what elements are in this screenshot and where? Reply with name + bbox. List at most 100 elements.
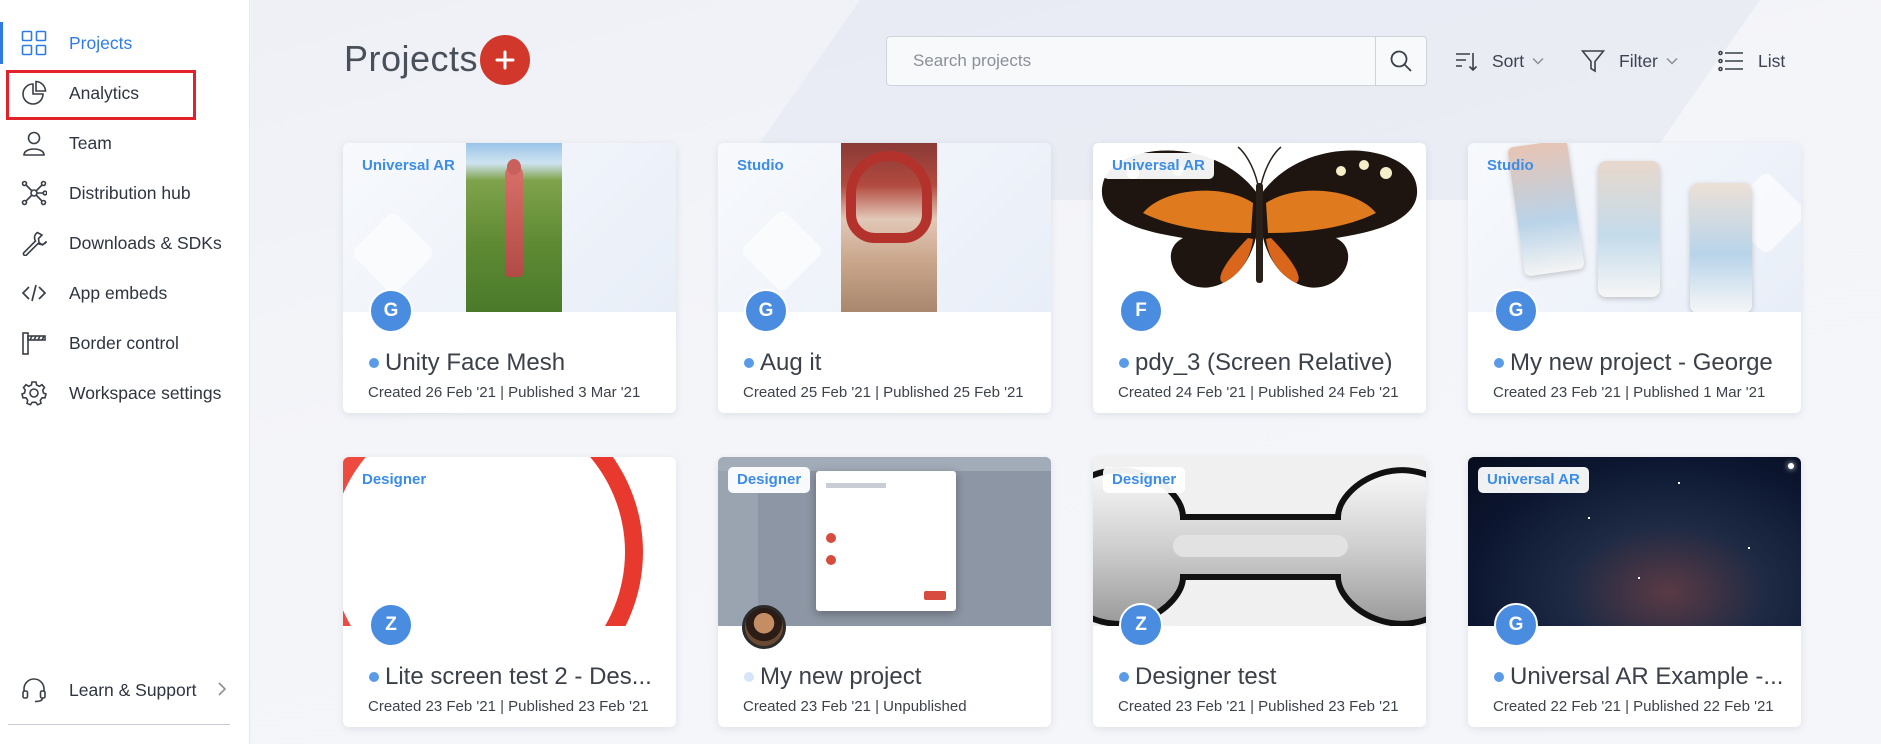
project-thumbnail: Studio (1468, 143, 1801, 312)
filter-button[interactable]: Filter (1581, 44, 1678, 78)
sidebar-item-label: Distribution hub (69, 182, 191, 203)
chevron-down-icon (1666, 57, 1678, 65)
project-card[interactable]: Universal AR F pdy_3 (Screen Relative) C… (1093, 143, 1426, 413)
status-dot (1494, 672, 1504, 682)
project-card[interactable]: Designer Z Designer test Created 23 Feb … (1093, 457, 1426, 727)
project-thumbnail: Universal AR (1468, 457, 1801, 626)
project-type-tag: Studio (1487, 157, 1534, 174)
status-dot (1494, 358, 1504, 368)
sidebar-item-label: Downloads & SDKs (69, 232, 222, 253)
project-title-text: Designer test (1135, 663, 1277, 690)
avatar: G (1494, 603, 1538, 647)
project-title-text: My new project (760, 663, 922, 690)
project-thumbnail: Designer (343, 457, 676, 626)
divider (8, 724, 230, 725)
sidebar-item-learn-support[interactable]: Learn & Support (0, 668, 250, 712)
project-card[interactable]: Studio G Aug it Created 25 Feb '21 | Pub… (718, 143, 1051, 413)
project-meta: Created 25 Feb '21 | Published 25 Feb '2… (743, 384, 1024, 401)
project-card[interactable]: Designer My new project Created 23 Feb '… (718, 457, 1051, 727)
sidebar-item-projects[interactable]: Projects (0, 18, 250, 68)
project-title-text: pdy_3 (Screen Relative) (1135, 349, 1393, 376)
project-meta: Created 26 Feb '21 | Published 3 Mar '21 (368, 384, 641, 401)
project-meta: Created 23 Feb '21 | Published 1 Mar '21 (1493, 384, 1766, 401)
sidebar-item-analytics[interactable]: Analytics (0, 68, 250, 118)
project-title: Aug it (744, 349, 1044, 377)
project-title: pdy_3 (Screen Relative) (1119, 349, 1419, 377)
project-thumbnail: Studio (718, 143, 1051, 312)
sort-icon (1454, 49, 1478, 73)
project-title: Universal AR Example -... (1494, 663, 1794, 691)
sidebar-item-label: App embeds (69, 282, 168, 303)
sidebar-item-label: Team (69, 132, 112, 153)
page-title: Projects (344, 38, 479, 79)
project-title: Unity Face Mesh (369, 349, 669, 377)
project-thumbnail: Universal AR (1093, 143, 1426, 312)
plus-icon (495, 50, 515, 70)
sidebar-item-border-control[interactable]: Border control (0, 318, 250, 368)
project-title-text: Universal AR Example -... (1510, 663, 1784, 690)
project-card[interactable]: Designer Z Lite screen test 2 - Des... C… (343, 457, 676, 727)
project-meta: Created 22 Feb '21 | Published 22 Feb '2… (1493, 698, 1774, 715)
sidebar-item-app-embeds[interactable]: App embeds (0, 268, 250, 318)
project-type-tag: Designer (728, 467, 811, 493)
search-input[interactable] (887, 37, 1375, 85)
avatar (742, 605, 786, 649)
status-dot (369, 358, 379, 368)
avatar: Z (1119, 603, 1163, 647)
project-type-tag: Universal AR (362, 157, 455, 174)
project-meta: Created 23 Feb '21 | Published 23 Feb '2… (368, 698, 649, 715)
search-box (886, 36, 1427, 86)
support-label: Learn & Support (69, 679, 197, 700)
sidebar-item-downloads-sdks[interactable]: Downloads & SDKs (0, 218, 250, 268)
list-label: List (1758, 50, 1786, 71)
user-icon (20, 129, 48, 157)
status-dot (1119, 672, 1129, 682)
project-card[interactable]: Studio G My new project - George Created… (1468, 143, 1801, 413)
add-project-button[interactable] (480, 35, 530, 85)
headset-icon (20, 676, 48, 704)
sidebar-item-distribution-hub[interactable]: Distribution hub (0, 168, 250, 218)
status-dot (744, 672, 754, 682)
project-thumbnail: Designer (1093, 457, 1426, 626)
avatar: G (744, 289, 788, 333)
status-dot (1119, 358, 1129, 368)
code-icon (20, 279, 48, 307)
sidebar: Projects Analytics Team Distribution hub… (0, 0, 250, 744)
avatar: Z (369, 603, 413, 647)
list-icon (1718, 49, 1744, 73)
sort-label: Sort (1492, 50, 1525, 71)
project-type-tag: Studio (737, 157, 784, 174)
wrench-icon (20, 229, 48, 257)
list-view-button[interactable]: List (1718, 44, 1785, 78)
sidebar-item-label: Analytics (69, 82, 140, 103)
project-thumbnail: Designer (718, 457, 1051, 626)
grid-icon (20, 29, 48, 57)
project-type-tag: Universal AR (1478, 467, 1589, 493)
project-card[interactable]: Universal AR G Unity Face Mesh Created 2… (343, 143, 676, 413)
sidebar-item-workspace-settings[interactable]: Workspace settings (0, 368, 250, 418)
sidebar-item-label: Border control (69, 332, 179, 353)
status-dot (744, 358, 754, 368)
avatar: F (1119, 289, 1163, 333)
sidebar-item-label: Projects (69, 32, 133, 53)
sidebar-item-team[interactable]: Team (0, 118, 250, 168)
pie-chart-icon (20, 79, 48, 107)
project-title: Lite screen test 2 - Des... (369, 663, 669, 691)
barrier-icon (20, 329, 48, 357)
project-type-tag: Designer (362, 471, 427, 488)
sort-button[interactable]: Sort (1454, 44, 1544, 78)
status-dot (369, 672, 379, 682)
gear-icon (20, 379, 48, 407)
project-title-text: Lite screen test 2 - Des... (385, 663, 652, 690)
project-card[interactable]: Universal AR G Universal AR Example -...… (1468, 457, 1801, 727)
search-button[interactable] (1375, 37, 1426, 85)
project-title: My new project - George (1494, 349, 1794, 377)
search-icon (1390, 50, 1412, 72)
network-icon (20, 179, 48, 207)
project-title-text: Unity Face Mesh (385, 349, 566, 376)
project-title-text: Aug it (760, 349, 822, 376)
project-meta: Created 23 Feb '21 | Unpublished (743, 698, 967, 715)
sidebar-nav: Projects Analytics Team Distribution hub… (0, 18, 250, 418)
project-title-text: My new project - George (1510, 349, 1773, 376)
project-type-tag: Designer (1103, 467, 1186, 493)
